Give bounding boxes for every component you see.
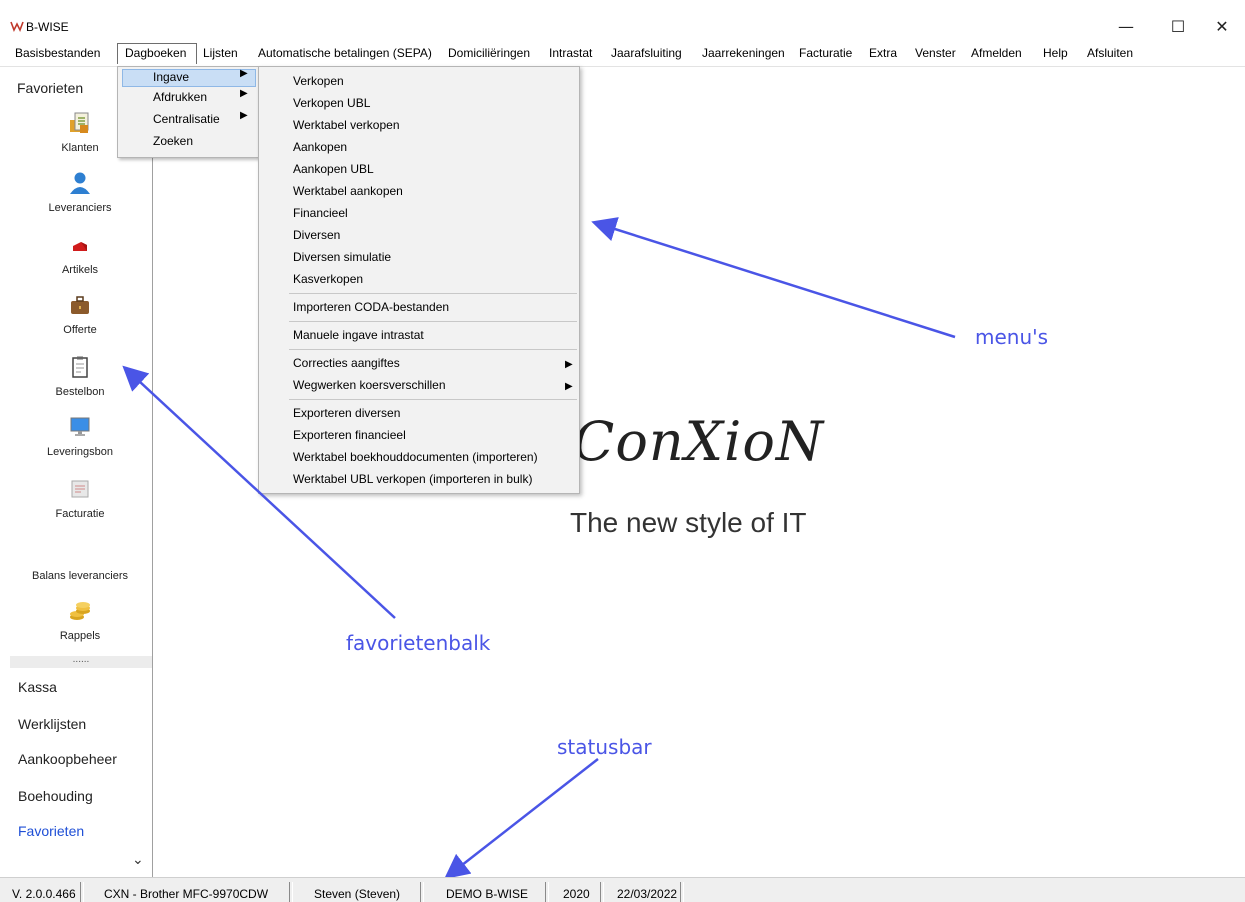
status-printer: CXN - Brother MFC-9970CDW <box>104 887 269 901</box>
status-user: Steven (Steven) <box>314 887 401 901</box>
status-separator <box>80 882 84 902</box>
arrow-statusbar <box>444 758 599 880</box>
status-bar: V. 2.0.0.466 CXN - Brother MFC-9970CDW S… <box>0 877 1245 902</box>
status-separator <box>680 882 684 902</box>
annotation-arrows <box>122 217 956 880</box>
status-separator <box>600 882 604 902</box>
status-separator <box>420 882 424 902</box>
annotation-favorites-bar: favorietenbalk <box>346 631 491 655</box>
status-version: V. 2.0.0.466 <box>12 887 76 901</box>
annotation-menus: menu's <box>975 325 1049 349</box>
arrow-menus <box>591 217 956 339</box>
status-date: 22/03/2022 <box>617 887 678 901</box>
status-year: 2020 <box>563 887 590 901</box>
status-separator <box>545 882 549 902</box>
status-separator <box>289 882 293 902</box>
arrow-favorites-bar <box>122 365 396 619</box>
status-company: DEMO B-WISE <box>446 887 529 901</box>
annotation-statusbar: statusbar <box>557 735 652 759</box>
